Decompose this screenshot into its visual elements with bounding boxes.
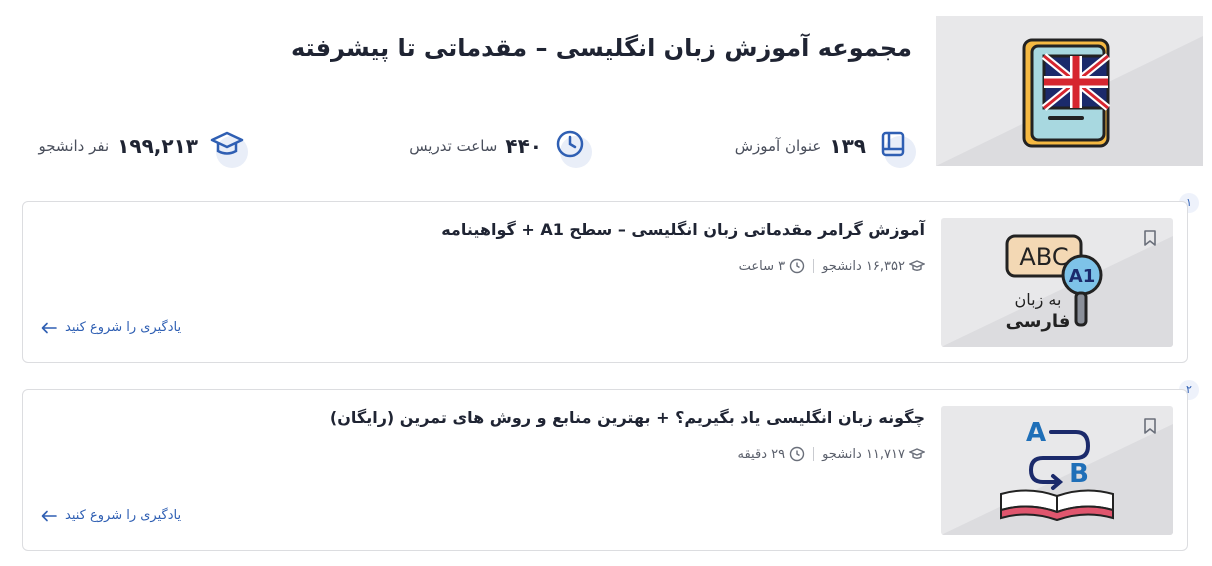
- stat-students-label: نفر دانشجو: [38, 137, 110, 155]
- course-meta: ۱۶,۳۵۲ دانشجو ۳ ساعت: [739, 258, 925, 274]
- start-learning-link[interactable]: یادگیری را شروع کنید: [41, 320, 181, 335]
- thumb-b-text: B: [1069, 459, 1089, 489]
- start-learning-link[interactable]: یادگیری را شروع کنید: [41, 508, 181, 523]
- graduation-cap-icon: [909, 260, 925, 271]
- course-thumbnail[interactable]: A B: [941, 406, 1173, 535]
- clock-icon: [552, 126, 592, 168]
- start-learning-label: یادگیری را شروع کنید: [65, 508, 182, 523]
- stat-students: ۱۹۹,۲۱۳ نفر دانشجو: [38, 126, 248, 168]
- course-meta: ۱۱,۷۱۷ دانشجو ۲۹ دقیقه: [738, 446, 925, 462]
- stat-courses: ۱۳۹ عنوان آموزش: [734, 126, 916, 168]
- graduation-cap-icon: [208, 126, 248, 168]
- course-title[interactable]: چگونه زبان انگلیسی یاد بگیریم؟ + بهترین …: [330, 408, 925, 427]
- course-thumbnail[interactable]: ABC A1 به زبان فارسی: [941, 218, 1173, 347]
- books-icon: [876, 126, 916, 168]
- stat-courses-value: ۱۳۹: [829, 134, 866, 158]
- stat-hours-label: ساعت تدریس: [409, 137, 498, 155]
- collection-cover-image: [936, 16, 1203, 166]
- clock-icon: [789, 446, 805, 462]
- stat-courses-label: عنوان آموزش: [734, 137, 822, 155]
- course-title[interactable]: آموزش گرامر مقدماتی زبان انگلیسی – سطح A…: [441, 220, 925, 239]
- course-students: ۱۶,۳۵۲ دانشجو: [822, 258, 905, 274]
- bookmark-icon[interactable]: [1143, 230, 1157, 246]
- thumb-line2-text: فارسی: [1006, 311, 1071, 332]
- arrow-left-icon: [41, 510, 57, 521]
- course-students: ۱۱,۷۱۷ دانشجو: [822, 446, 905, 462]
- page-title: مجموعه آموزش زبان انگلیسی – مقدماتی تا پ…: [290, 34, 912, 62]
- course-card[interactable]: ABC A1 به زبان فارسی آموزش گرامر مقدماتی…: [22, 201, 1188, 363]
- thumb-level-text: A1: [1069, 266, 1095, 287]
- course-duration: ۳ ساعت: [738, 258, 786, 274]
- stat-students-value: ۱۹۹,۲۱۳: [117, 134, 198, 158]
- stat-hours-value: ۴۴۰: [505, 134, 542, 158]
- thumb-a-text: A: [1026, 418, 1046, 448]
- start-learning-label: یادگیری را شروع کنید: [65, 320, 182, 335]
- graduation-cap-icon: [909, 448, 925, 459]
- thumb-abc-text: ABC: [1019, 243, 1068, 271]
- clock-icon: [789, 258, 805, 274]
- course-duration: ۲۹ دقیقه: [737, 446, 786, 462]
- arrow-left-icon: [41, 322, 57, 333]
- course-card[interactable]: A B چگونه زبان انگلیسی یاد بگیریم؟ + بهت…: [22, 389, 1188, 551]
- thumb-line1-text: به زبان: [1015, 290, 1062, 310]
- stat-hours: ۴۴۰ ساعت تدریس: [409, 126, 592, 168]
- bookmark-icon[interactable]: [1143, 418, 1157, 434]
